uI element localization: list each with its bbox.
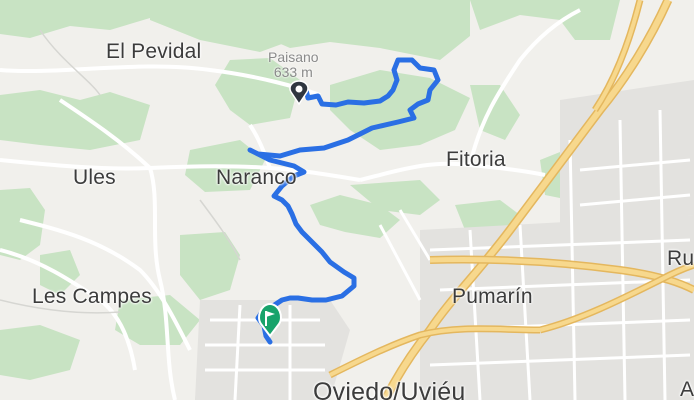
peak-elevation: 633 m <box>273 64 313 80</box>
place-label-oviedo: Oviedo/Uviéu <box>313 378 466 400</box>
peak-label-paisano: Paisano 633 m <box>268 50 319 80</box>
place-label-naranco: Naranco <box>216 166 297 189</box>
place-label-pumarin: Pumarín <box>452 285 533 308</box>
place-label-edge-ru: Ru <box>667 247 694 270</box>
route-line <box>247 57 441 345</box>
location-pin-icon[interactable] <box>287 80 311 106</box>
flag-icon[interactable] <box>255 302 285 338</box>
peak-name: Paisano <box>268 49 319 65</box>
place-label-fitoria: Fitoria <box>446 148 506 171</box>
route <box>247 57 441 345</box>
map-canvas[interactable]: El Pevidal Paisano 633 m Ules Naranco Fi… <box>0 0 694 400</box>
place-label-edge-a: A <box>680 378 694 400</box>
place-label-les-campes: Les Campes <box>32 285 152 308</box>
place-label-ules: Ules <box>73 166 116 189</box>
place-label-el-pevidal: El Pevidal <box>106 40 202 63</box>
